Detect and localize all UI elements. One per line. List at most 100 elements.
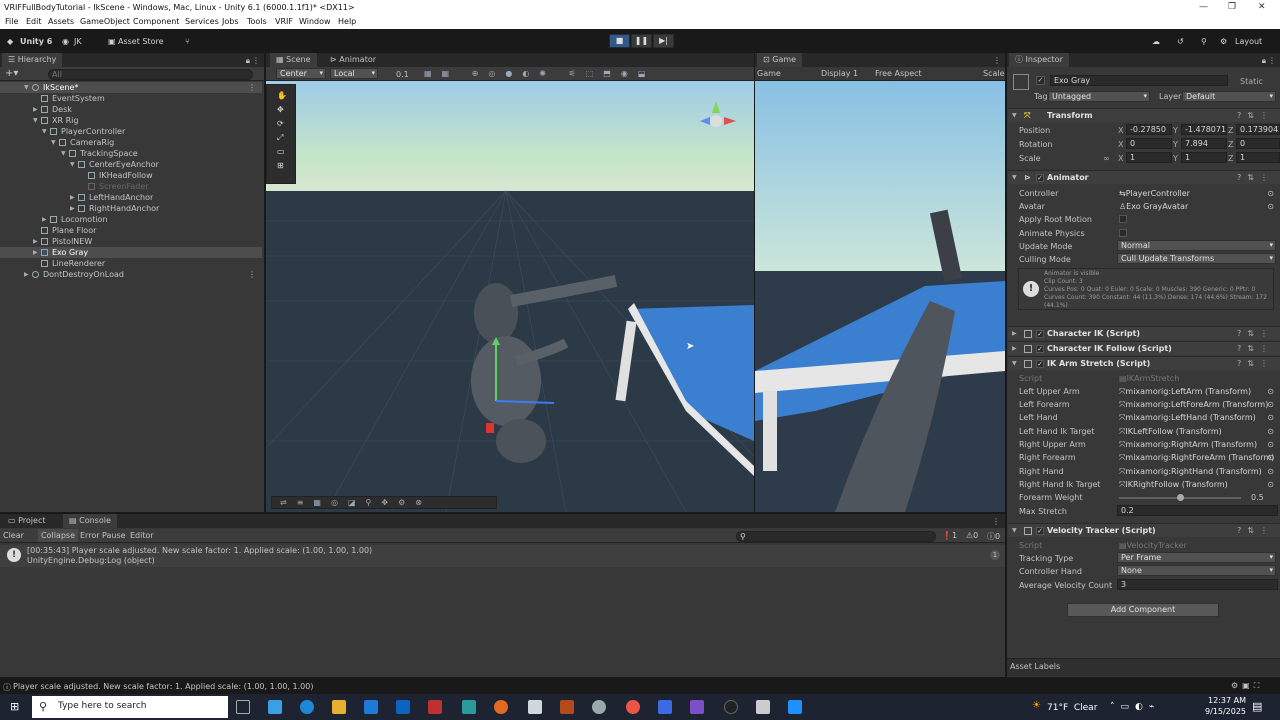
inspector-more-icon[interactable]: ⋮ [1268,56,1276,65]
menu-gameobject[interactable]: GameObject [80,17,130,26]
display-dropdown[interactable]: Display 1 [821,69,858,78]
component-menu-icons[interactable]: ?⇅⋮ [1237,109,1274,123]
console-log-entry[interactable]: ! [00:35:43] Player scale adjusted. New … [0,545,1005,567]
asset-labels-bar[interactable]: Asset Labels [1007,658,1280,676]
status-message[interactable]: Player scale adjusted. New scale factor:… [13,682,313,691]
tray-icons[interactable]: ˄▭◐⌁ [1110,702,1160,712]
rotation-y[interactable]: 7.894 [1181,138,1227,149]
unity-icon[interactable] [756,700,770,714]
hierarchy-item[interactable]: ScreenFader [0,181,262,192]
play-button[interactable]: ■ [609,34,630,48]
hierarchy-item[interactable]: ▼ CenterEyeAnchor [0,159,262,170]
velocity-tracker-header[interactable]: ▼ ✓ Velocity Tracker (Script) ?⇅⋮ [1008,523,1280,537]
controller-hand-dropdown[interactable]: None [1117,565,1276,576]
console-search-input[interactable]: ⚲ [736,531,936,542]
hierarchy-item[interactable]: ▼ XR Rig [0,115,262,126]
hierarchy-item[interactable]: ▶ Exo Gray [0,247,262,258]
menu-assets[interactable]: Assets [48,17,74,26]
tag-dropdown[interactable]: Untagged [1048,91,1150,102]
ik-field-value[interactable]: ⤧mixamorig:RightHand (Transform) [1119,465,1262,478]
forearm-weight-value[interactable]: 0.5 [1251,491,1264,504]
ik-field-value[interactable]: ⤧IKLeftFollow (Transform) [1119,425,1222,438]
app-blue-icon[interactable] [788,700,802,714]
clock-time[interactable]: 12:37 AM [1208,696,1246,705]
weather-text[interactable]: 71°F Clear [1047,703,1097,713]
unity-version-label[interactable]: Unity 6 [20,37,52,46]
ik-field-value[interactable]: ⤧IKRightFollow (Transform) [1119,478,1228,491]
object-picker-icon[interactable]: ⊙ [1267,465,1274,478]
object-picker-icon[interactable]: ⊙ [1267,398,1274,411]
task-view-icon[interactable] [236,700,250,714]
tab-console[interactable]: ▤ Console [63,514,117,528]
info-count-icon[interactable]: ⓘ0 [987,531,1000,542]
tab-scene[interactable]: ▦ Scene [270,53,317,67]
forearm-weight-slider[interactable] [1119,494,1241,501]
tab-hierarchy[interactable]: ☰ Hierarchy [2,53,63,67]
tracking-type-dropdown[interactable]: Per Frame [1117,552,1276,563]
menu-window[interactable]: Window [299,17,331,26]
menu-vrif[interactable]: VRIF [275,17,293,26]
ik-arm-stretch-checkbox[interactable]: ✓ [1036,360,1044,368]
object-picker-icon[interactable]: ⊙ [1267,478,1274,491]
scene-viewport[interactable]: ➤ [266,81,754,512]
app-red-icon[interactable] [428,700,442,714]
pivot-dropdown[interactable]: Center [276,68,326,79]
ik-field-value[interactable]: ⤧mixamorig:RightForeArm (Transform) [1119,451,1274,464]
apply-root-motion-checkbox[interactable] [1119,215,1127,223]
cloud-icon[interactable]: ☁ [1152,37,1160,46]
menu-tools[interactable]: Tools [247,17,267,26]
menu-component[interactable]: Component [133,17,179,26]
scale-z[interactable]: 1 [1236,152,1280,163]
aspect-dropdown[interactable]: Free Aspect [875,69,922,78]
position-x[interactable]: -0.27850 [1126,124,1172,135]
firefox-icon[interactable] [494,700,508,714]
history-icon[interactable]: ↺ [1177,37,1184,46]
account-dropdown[interactable]: JK [74,37,82,46]
app-puzzle-icon[interactable] [528,700,542,714]
hierarchy-item[interactable]: ▼ TrackingSpace [0,148,262,159]
windows-start-icon[interactable]: ⊞ [10,700,19,713]
animate-physics-checkbox[interactable] [1119,229,1127,237]
ik-field-value[interactable]: ⤧mixamorig:LeftHand (Transform) [1119,411,1256,424]
max-stretch-field[interactable]: 0.2 [1117,505,1278,516]
object-picker-icon[interactable]: ⊙ [1267,385,1274,398]
clock-date[interactable]: 9/15/2025 [1205,707,1246,716]
animator-enabled-checkbox[interactable]: ✓ [1036,174,1044,182]
layer-dropdown[interactable]: Default [1182,91,1276,102]
position-z[interactable]: 0.1739042 [1236,124,1280,135]
component-menu-icons[interactable]: ?⇅⋮ [1237,342,1274,356]
hierarchy-item[interactable]: ▶ DontDestroyOnLoad ⋮ [0,269,262,280]
more-icon[interactable]: ⋮ [252,56,260,65]
controller-field[interactable]: ⇆PlayerController [1119,187,1190,200]
asset-store-button[interactable]: Asset Store [118,37,164,46]
hierarchy-item[interactable]: ▶ PistolNEW [0,236,262,247]
hierarchy-item[interactable]: LineRenderer [0,258,262,269]
character-ik-header[interactable]: ▶ ✓ Character IK (Script) ?⇅⋮ [1008,326,1280,340]
object-picker-icon[interactable]: ⊙ [1267,411,1274,424]
hierarchy-item[interactable]: Plane Floor [0,225,262,236]
minimize-button[interactable]: — [1199,2,1208,12]
component-menu-icons[interactable]: ?⇅⋮ [1237,357,1274,371]
add-component-button[interactable]: Add Component [1067,603,1219,617]
hierarchy-item[interactable]: ▼ IkScene* ⋮ [0,82,262,93]
object-picker-icon[interactable]: ⊙ [1267,187,1274,200]
store-icon[interactable] [364,700,378,714]
warning-count-icon[interactable]: ⚠0 [966,531,978,540]
game-more-icon[interactable]: ⋮ [993,56,1001,65]
hierarchy-search-input[interactable]: All [48,69,253,80]
component-menu-icons[interactable]: ?⇅⋮ [1237,327,1274,341]
scale-label[interactable]: Scale [983,69,1005,78]
static-label[interactable]: Static [1240,77,1263,86]
tool-icons[interactable]: ✋ ✥ ⟳ ⤢ ▭ ⊞ [277,89,287,173]
menu-file[interactable]: File [5,17,18,26]
component-menu-icons[interactable]: ?⇅⋮ [1237,524,1274,538]
hierarchy-item[interactable]: ▶ RightHandAnchor [0,203,262,214]
object-picker-icon[interactable]: ⊙ [1267,451,1274,464]
menu-jobs[interactable]: Jobs [222,17,239,26]
character-ik-follow-checkbox[interactable]: ✓ [1036,345,1044,353]
error-count-icon[interactable]: ❗1 [942,531,957,540]
transform-header[interactable]: ▼ ⤧ Transform ?⇅⋮ [1008,108,1280,122]
close-button[interactable]: ✕ [1258,2,1266,12]
app-grid-icon[interactable] [462,700,476,714]
outlook-icon[interactable] [396,700,410,714]
